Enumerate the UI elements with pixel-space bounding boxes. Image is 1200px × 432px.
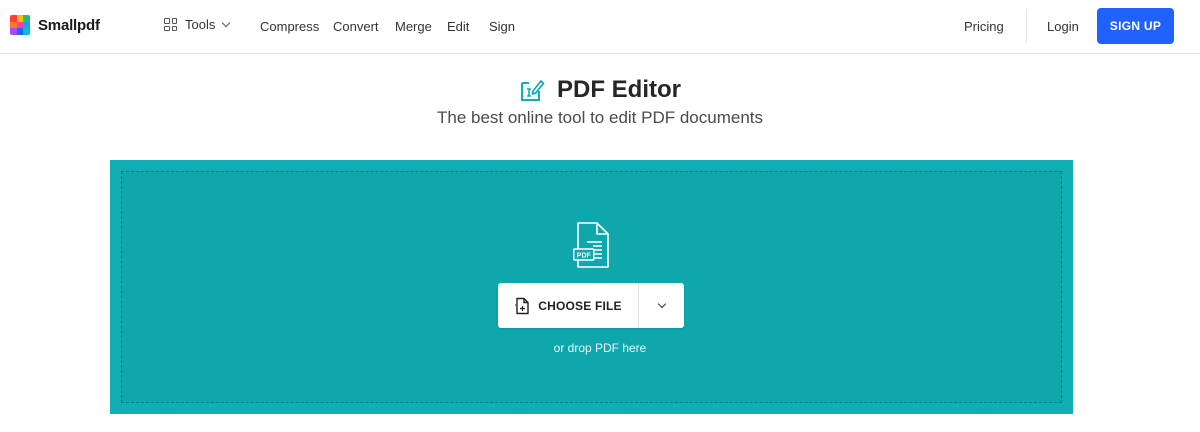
tools-menu-button[interactable]: Tools: [164, 17, 231, 32]
brand-name: Smallpdf: [38, 16, 100, 34]
sign-up-button[interactable]: SIGN UP: [1097, 8, 1174, 44]
upload-source-dropdown[interactable]: [639, 283, 684, 328]
smallpdf-logo-mark-icon: [10, 15, 30, 35]
choose-file-control: CHOOSE FILE: [498, 283, 684, 328]
login-link[interactable]: Login: [1047, 19, 1079, 34]
header-divider: [1026, 9, 1027, 43]
nav-edit[interactable]: Edit: [447, 19, 469, 34]
smallpdf-logo[interactable]: Smallpdf: [10, 15, 100, 35]
pdf-file-icon: PDF: [573, 222, 609, 268]
drop-hint: or drop PDF here: [553, 341, 647, 355]
nav-sign[interactable]: Sign: [489, 19, 515, 34]
page-heading: PDF Editor: [0, 76, 1200, 104]
top-navigation-bar: Smallpdf Tools Compress Convert Merge Ed…: [0, 0, 1200, 54]
chevron-down-icon: [222, 18, 231, 27]
tools-label: Tools: [185, 17, 216, 32]
file-plus-icon: [515, 297, 529, 314]
chevron-down-icon: [657, 299, 666, 308]
page-subtitle: The best online tool to edit PDF documen…: [436, 108, 763, 127]
nav-convert[interactable]: Convert: [333, 19, 379, 34]
pdf-edit-icon: [521, 80, 545, 101]
pdf-file-badge: PDF: [577, 253, 592, 260]
choose-file-label: CHOOSE FILE: [538, 298, 622, 313]
page-title: PDF Editor: [557, 76, 681, 103]
nav-merge[interactable]: Merge: [395, 19, 432, 34]
choose-file-button[interactable]: CHOOSE FILE: [498, 283, 638, 328]
nav-compress[interactable]: Compress: [260, 19, 319, 34]
grid-icon: [164, 18, 177, 31]
nav-pricing[interactable]: Pricing: [964, 19, 1004, 34]
